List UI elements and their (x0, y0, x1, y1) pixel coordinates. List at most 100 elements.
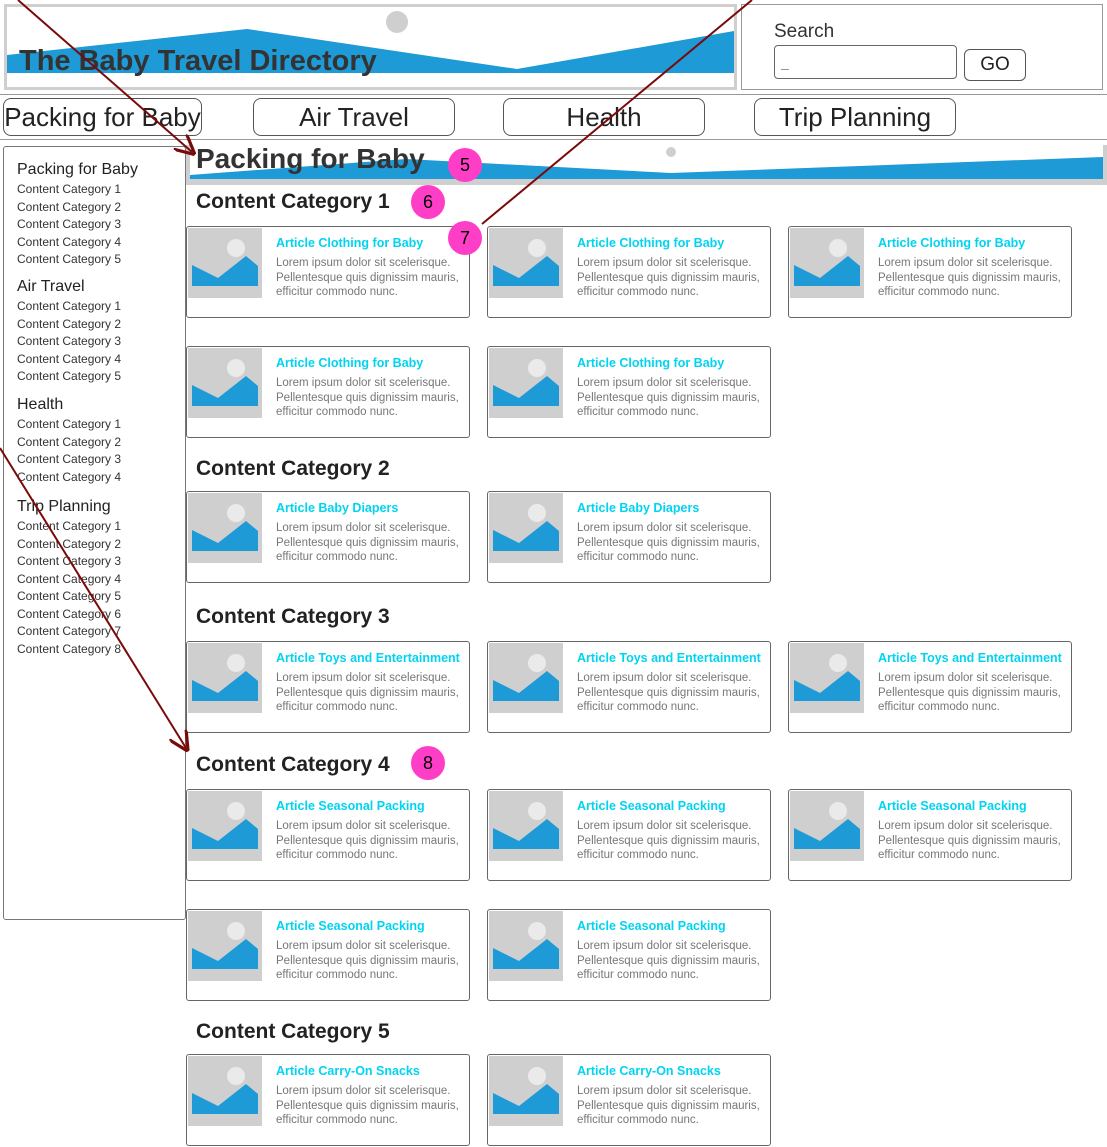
article-card[interactable]: Article Seasonal Packing Lorem ipsum dolo… (487, 789, 771, 881)
annotation-badge-8: 8 (411, 746, 445, 780)
article-title[interactable]: Article Seasonal Packing (577, 799, 726, 813)
article-title[interactable]: Article Baby Diapers (577, 501, 699, 515)
article-card[interactable]: Article Carry-On Snacks Lorem ipsum dolor… (186, 1054, 470, 1146)
article-card[interactable]: Article Clothing for Baby Lorem ipsum dol… (186, 346, 470, 438)
article-card[interactable]: Article Clothing for Baby Lorem ipsum dol… (487, 346, 771, 438)
image-placeholder-icon (188, 228, 262, 298)
category-title: Content Category 1 (196, 190, 390, 213)
sidebar-item[interactable]: Content Category 3 (17, 216, 138, 234)
category-title: Content Category 4 (196, 753, 390, 776)
annotation-badge-5: 5 (448, 148, 482, 182)
sidebar-item[interactable]: Content Category 7 (17, 623, 121, 641)
nav-tab-air-travel[interactable]: Air Travel (253, 98, 455, 136)
article-title[interactable]: Article Toys and Entertainment (276, 651, 460, 665)
article-card[interactable]: Article Toys and Entertainment Lorem ipsu… (788, 641, 1072, 733)
article-title[interactable]: Article Clothing for Baby (577, 236, 724, 250)
sidebar-group: Air Travel Content Category 1 Content Cate… (17, 278, 121, 386)
page-heading-bar: Packing for Baby (186, 143, 1107, 185)
sidebar-item[interactable]: Content Category 2 (17, 536, 121, 554)
article-title[interactable]: Article Seasonal Packing (276, 919, 425, 933)
sidebar-item[interactable]: Content Category 4 (17, 469, 121, 487)
annotation-badge-7: 7 (448, 221, 482, 255)
sidebar: Packing for Baby Content Category 1 Conten… (3, 146, 186, 920)
article-title[interactable]: Article Clothing for Baby (577, 356, 724, 370)
sidebar-item[interactable]: Content Category 2 (17, 316, 121, 334)
article-excerpt: Lorem ipsum dolor sit scelerisque. Pelle… (276, 522, 459, 563)
article-card[interactable]: Article Seasonal Packing Lorem ipsum dolo… (186, 909, 470, 1001)
article-title[interactable]: Article Clothing for Baby (276, 356, 423, 370)
sidebar-group-heading[interactable]: Air Travel (17, 278, 121, 296)
search-area: Search GO (741, 4, 1103, 90)
article-excerpt: Lorem ipsum dolor sit scelerisque. Pelle… (878, 672, 1061, 713)
nav-tab-health[interactable]: Health (503, 98, 705, 136)
article-title[interactable]: Article Clothing for Baby (878, 236, 1025, 250)
go-button[interactable]: GO (964, 49, 1026, 81)
article-excerpt: Lorem ipsum dolor sit scelerisque. Pelle… (276, 940, 459, 981)
site-header: The Baby Travel Directory (4, 4, 737, 90)
sidebar-group: Trip Planning Content Category 1 Content C… (17, 498, 121, 658)
image-placeholder-icon (188, 348, 262, 418)
article-title[interactable]: Article Toys and Entertainment (878, 651, 1062, 665)
search-label: Search (774, 21, 835, 42)
sidebar-item[interactable]: Content Category 3 (17, 333, 121, 351)
sidebar-item[interactable]: Content Category 5 (17, 588, 121, 606)
sidebar-item[interactable]: Content Category 5 (17, 251, 138, 269)
article-title[interactable]: Article Carry-On Snacks (276, 1064, 420, 1078)
category-title: Content Category 5 (196, 1020, 390, 1043)
sidebar-item[interactable]: Content Category 6 (17, 606, 121, 624)
article-card[interactable]: Article Toys and Entertainment Lorem ipsu… (186, 641, 470, 733)
article-card[interactable]: Article Seasonal Packing Lorem ipsum dolo… (186, 789, 470, 881)
image-placeholder-icon (790, 791, 864, 861)
image-placeholder-icon (188, 643, 262, 713)
sidebar-item[interactable]: Content Category 8 (17, 641, 121, 659)
sidebar-group-heading[interactable]: Trip Planning (17, 498, 121, 516)
nav-tab-trip-planning[interactable]: Trip Planning (754, 98, 956, 136)
image-placeholder-icon (489, 493, 563, 563)
sidebar-item[interactable]: Content Category 2 (17, 434, 121, 452)
article-title[interactable]: Article Seasonal Packing (577, 919, 726, 933)
article-card[interactable]: Article Toys and Entertainment Lorem ipsu… (487, 641, 771, 733)
article-card[interactable]: Article Seasonal Packing Lorem ipsum dolo… (788, 789, 1072, 881)
article-card[interactable]: Article Clothing for Baby Lorem ipsum dol… (487, 226, 771, 318)
sidebar-item[interactable]: Content Category 1 (17, 416, 121, 434)
search-input[interactable] (774, 45, 957, 79)
article-card[interactable]: Article Seasonal Packing Lorem ipsum dolo… (487, 909, 771, 1001)
category-title: Content Category 3 (196, 605, 390, 628)
site-title[interactable]: The Baby Travel Directory (19, 45, 377, 78)
article-title[interactable]: Article Seasonal Packing (878, 799, 1027, 813)
article-excerpt: Lorem ipsum dolor sit scelerisque. Pelle… (577, 377, 760, 418)
article-excerpt: Lorem ipsum dolor sit scelerisque. Pelle… (276, 1085, 459, 1126)
article-title[interactable]: Article Clothing for Baby (276, 236, 423, 250)
sidebar-group: Packing for Baby Content Category 1 Conten… (17, 161, 138, 269)
article-excerpt: Lorem ipsum dolor sit scelerisque. Pelle… (577, 1085, 760, 1126)
page-heading: Packing for Baby (196, 143, 425, 174)
sidebar-item[interactable]: Content Category 2 (17, 199, 138, 217)
sidebar-item[interactable]: Content Category 4 (17, 351, 121, 369)
article-excerpt: Lorem ipsum dolor sit scelerisque. Pelle… (276, 672, 459, 713)
sidebar-item[interactable]: Content Category 1 (17, 181, 138, 199)
sidebar-item[interactable]: Content Category 5 (17, 368, 121, 386)
article-card[interactable]: Article Clothing for Baby Lorem ipsum dol… (788, 226, 1072, 318)
sidebar-item[interactable]: Content Category 1 (17, 298, 121, 316)
sidebar-item[interactable]: Content Category 4 (17, 234, 138, 252)
sidebar-item[interactable]: Content Category 1 (17, 518, 121, 536)
sidebar-item[interactable]: Content Category 4 (17, 571, 121, 589)
sidebar-item[interactable]: Content Category 3 (17, 553, 121, 571)
image-placeholder-icon (489, 1056, 563, 1126)
nav-tab-packing-for-baby[interactable]: Packing for Baby (3, 98, 202, 136)
sidebar-group-heading[interactable]: Health (17, 396, 121, 414)
article-card[interactable]: Article Carry-On Snacks Lorem ipsum dolor… (487, 1054, 771, 1146)
article-card[interactable]: Article Baby Diapers Lorem ipsum dolor si… (186, 491, 470, 583)
article-title[interactable]: Article Baby Diapers (276, 501, 398, 515)
article-title[interactable]: Article Carry-On Snacks (577, 1064, 721, 1078)
article-card[interactable]: Article Baby Diapers Lorem ipsum dolor si… (487, 491, 771, 583)
article-title[interactable]: Article Toys and Entertainment (577, 651, 761, 665)
article-excerpt: Lorem ipsum dolor sit scelerisque. Pelle… (577, 820, 760, 861)
article-title[interactable]: Article Seasonal Packing (276, 799, 425, 813)
sidebar-group-heading[interactable]: Packing for Baby (17, 161, 138, 179)
article-excerpt: Lorem ipsum dolor sit scelerisque. Pelle… (577, 522, 760, 563)
article-card[interactable]: Article Clothing for Baby Lorem ipsum dol… (186, 226, 470, 318)
main-nav: Packing for Baby Air Travel Health Trip … (0, 94, 1107, 140)
sidebar-item[interactable]: Content Category 3 (17, 451, 121, 469)
image-placeholder-icon (188, 791, 262, 861)
